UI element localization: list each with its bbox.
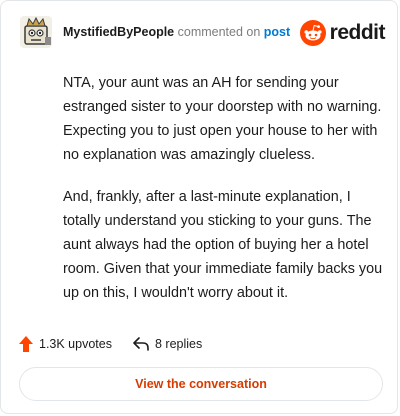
upvote-arrow-icon bbox=[19, 336, 33, 352]
comment-meta: MystifiedByPeople commented on post bbox=[63, 25, 290, 39]
comment-header: MystifiedByPeople commented on post redd… bbox=[19, 15, 386, 51]
reddit-logo[interactable]: reddit bbox=[299, 19, 386, 47]
upvotes-count: 1.3K upvotes bbox=[39, 337, 112, 351]
brand-wordmark: reddit bbox=[329, 21, 386, 44]
reply-arrow-icon bbox=[133, 337, 149, 351]
replies-stat[interactable]: 8 replies bbox=[133, 333, 202, 355]
action-text: commented on bbox=[174, 25, 264, 39]
replies-count: 8 replies bbox=[155, 337, 203, 351]
upvotes-stat[interactable]: 1.3K upvotes bbox=[19, 333, 112, 355]
comment-paragraph: And, frankly, after a last-minute explan… bbox=[63, 189, 383, 301]
user-avatar[interactable] bbox=[19, 15, 53, 49]
reddit-snoo-icon bbox=[299, 20, 326, 46]
post-link[interactable]: post bbox=[264, 25, 290, 39]
comment-card: MystifiedByPeople commented on post redd… bbox=[0, 0, 398, 414]
username-link[interactable]: MystifiedByPeople bbox=[63, 25, 174, 39]
comment-body: NTA, your aunt was an AH for sending you… bbox=[63, 71, 385, 323]
view-conversation-button[interactable]: View the conversation bbox=[19, 367, 383, 401]
comment-footer: 1.3K upvotes 8 replies bbox=[19, 333, 389, 355]
comment-paragraph: NTA, your aunt was an AH for sending you… bbox=[63, 75, 382, 163]
